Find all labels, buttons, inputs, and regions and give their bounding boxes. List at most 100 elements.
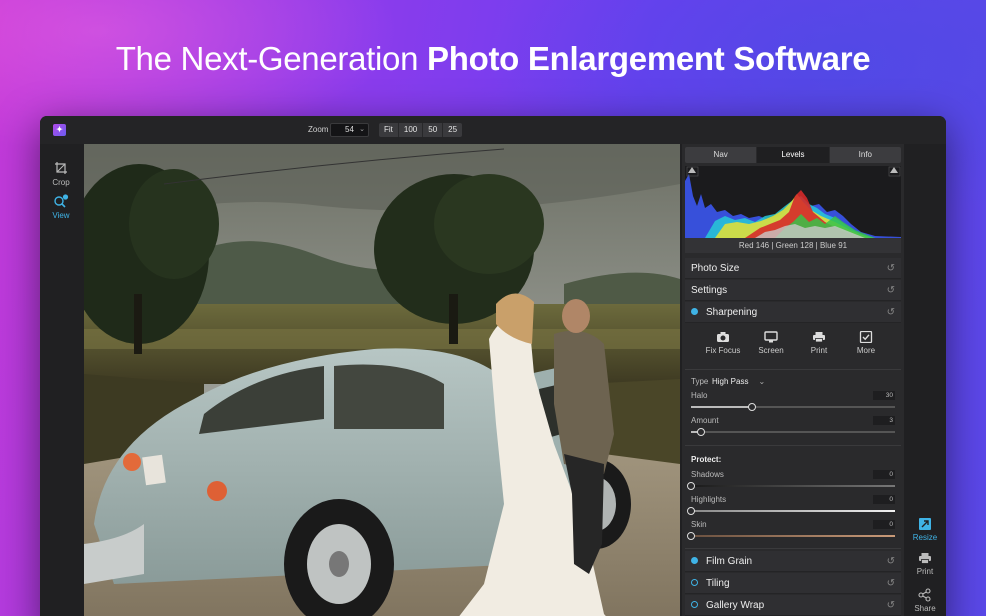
preset-print-label: Print <box>810 346 828 355</box>
section-film-grain[interactable]: Film Grain ↺ <box>685 551 901 572</box>
zoom-select[interactable]: 54 ⌄ <box>330 123 369 137</box>
crop-tool[interactable]: Crop <box>40 161 82 187</box>
reset-icon[interactable]: ↺ <box>887 573 895 594</box>
crop-tool-label: Crop <box>52 178 70 187</box>
chevron-down-icon: ⌄ <box>758 377 766 386</box>
protect-label: Protect: <box>691 455 722 464</box>
divider <box>685 369 901 370</box>
disabled-dot-icon[interactable] <box>691 579 698 586</box>
amount-slider[interactable] <box>691 428 895 436</box>
checkbox-icon <box>859 331 873 343</box>
highlights-label: Highlights <box>691 495 727 504</box>
preset-fix-focus-label: Fix Focus <box>705 346 741 355</box>
chevron-down-icon: ⌄ <box>359 126 365 133</box>
headline-bold: Photo Enlargement Software <box>427 40 871 77</box>
panel-tabs: Nav Levels Info <box>685 147 901 163</box>
resize-tool[interactable]: Resize <box>904 517 946 542</box>
reset-icon[interactable]: ↺ <box>887 551 895 572</box>
view-tool[interactable]: View <box>40 194 82 220</box>
rgb-readout: Red 146 | Green 128 | Blue 91 <box>685 238 901 253</box>
halo-slider-fill <box>691 406 753 408</box>
zoom-value: 54 <box>345 125 354 134</box>
printer-icon <box>919 553 931 564</box>
film-grain-label: Film Grain <box>706 556 753 567</box>
headline: The Next-Generation Photo Enlargement So… <box>0 40 986 78</box>
zoom-preset-100[interactable]: 100 <box>399 123 424 137</box>
print-tool[interactable]: Print <box>904 552 946 576</box>
photo-size-label: Photo Size <box>691 263 740 274</box>
app-logo-icon: ✦ <box>53 124 66 136</box>
type-label: Type <box>691 377 709 386</box>
zoom-presets: Fit 100 50 25 <box>379 123 463 137</box>
highlights-slider[interactable] <box>687 507 895 515</box>
tab-info[interactable]: Info <box>830 147 901 163</box>
magnifier-icon <box>54 194 69 208</box>
zoom-preset-25[interactable]: 25 <box>443 123 462 137</box>
share-icon <box>918 588 931 602</box>
preset-screen[interactable]: Screen <box>749 331 793 355</box>
reset-icon[interactable]: ↺ <box>887 280 895 301</box>
skin-slider-knob[interactable] <box>687 532 695 540</box>
reset-icon[interactable]: ↺ <box>887 302 895 323</box>
divider <box>685 445 901 446</box>
preset-more-label: More <box>856 346 876 355</box>
app-window: ✦ Zoom 54 ⌄ Fit 100 50 25 Crop View Nav … <box>40 116 946 616</box>
enabled-dot-icon[interactable] <box>691 557 698 564</box>
photo-canvas[interactable] <box>84 144 680 616</box>
tab-levels[interactable]: Levels <box>757 147 830 163</box>
divider <box>685 548 901 549</box>
view-tool-label: View <box>52 211 70 220</box>
title-bar: ✦ Zoom 54 ⌄ Fit 100 50 25 <box>40 116 946 144</box>
tab-nav[interactable]: Nav <box>685 147 758 163</box>
resize-tool-label: Resize <box>912 533 938 542</box>
crop-icon <box>55 162 67 174</box>
section-photo-size[interactable]: Photo Size ↺ <box>685 258 901 279</box>
zoom-preset-50[interactable]: 50 <box>423 123 444 137</box>
halo-value[interactable]: 30 <box>873 391 895 400</box>
right-toolbar: Resize Print Share <box>904 144 946 616</box>
type-dropdown[interactable]: High Pass ⌄ <box>712 377 765 386</box>
zoom-preset-fit[interactable]: Fit <box>379 123 399 137</box>
left-toolbar: Crop View <box>40 144 82 616</box>
preset-fix-focus[interactable]: Fix Focus <box>701 331 745 355</box>
shadows-slider-knob[interactable] <box>687 482 695 490</box>
halo-label: Halo <box>691 391 708 400</box>
share-tool-label: Share <box>914 604 936 613</box>
reset-icon[interactable]: ↺ <box>887 258 895 279</box>
wedding-photo <box>84 144 680 616</box>
type-value: High Pass <box>712 377 749 386</box>
section-gallery-wrap[interactable]: Gallery Wrap ↺ <box>685 595 901 616</box>
halo-slider-knob[interactable] <box>748 403 757 411</box>
section-settings[interactable]: Settings ↺ <box>685 280 901 301</box>
sharpening-presets: Fix Focus Screen Print More <box>685 326 901 366</box>
histogram <box>685 166 901 238</box>
skin-value[interactable]: 0 <box>873 520 895 529</box>
shadows-slider[interactable] <box>687 482 895 490</box>
sharpening-label: Sharpening <box>706 307 758 318</box>
histogram-graph <box>685 166 901 238</box>
highlights-slider-knob[interactable] <box>687 507 695 515</box>
amount-value[interactable]: 3 <box>873 416 895 425</box>
section-tiling[interactable]: Tiling ↺ <box>685 573 901 594</box>
amount-label: Amount <box>691 416 719 425</box>
share-tool[interactable]: Share <box>904 588 946 613</box>
right-panel: Nav Levels Info Red 146 | Green 128 | Bl… <box>682 144 904 616</box>
preset-print[interactable]: Print <box>797 331 841 355</box>
shadows-value[interactable]: 0 <box>873 470 895 479</box>
amount-slider-knob[interactable] <box>697 428 706 436</box>
enabled-dot-icon[interactable] <box>691 308 698 315</box>
shadows-label: Shadows <box>691 470 724 479</box>
print-tool-label: Print <box>916 567 934 576</box>
resize-icon <box>919 518 931 530</box>
disabled-dot-icon[interactable] <box>691 601 698 608</box>
halo-slider[interactable] <box>691 403 895 411</box>
preset-more[interactable]: More <box>844 331 888 355</box>
preset-screen-label: Screen <box>758 346 784 355</box>
section-sharpening[interactable]: Sharpening ↺ <box>685 302 901 323</box>
skin-label: Skin <box>691 520 707 529</box>
tiling-label: Tiling <box>706 578 730 589</box>
printer-icon <box>813 332 825 343</box>
reset-icon[interactable]: ↺ <box>887 595 895 616</box>
skin-slider[interactable] <box>687 532 895 540</box>
highlights-value[interactable]: 0 <box>873 495 895 504</box>
